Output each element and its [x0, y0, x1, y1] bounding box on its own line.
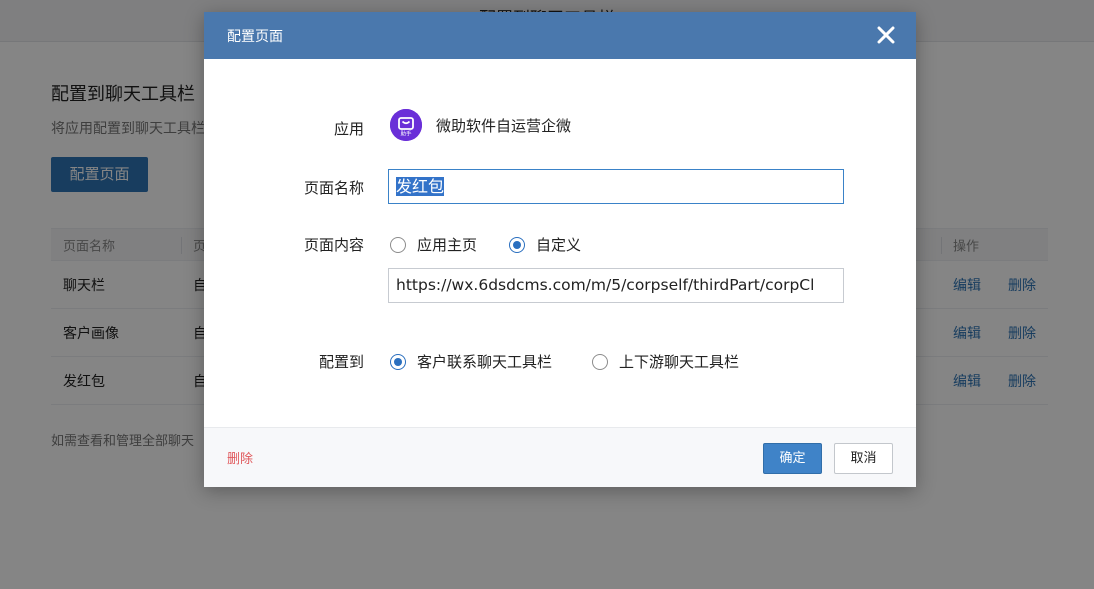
page-name-label: 页面名称	[303, 179, 364, 197]
radio-unchecked-icon	[390, 236, 406, 253]
app-bag-icon: 助手	[390, 109, 422, 141]
custom-url-input[interactable]: https://wx.6dsdcms.com/m/5/corpself/thir…	[388, 268, 844, 303]
app-label: 应用	[333, 120, 364, 138]
radio-checked-icon	[390, 353, 406, 370]
page-name-value: 发红包	[396, 177, 445, 196]
dialog-header: 配置页面	[204, 12, 916, 59]
radio-label: 应用主页	[417, 236, 478, 254]
app-name: 微助软件自运营企微	[436, 117, 572, 135]
dialog-footer: 删除 确定 取消	[204, 427, 916, 487]
radio-upstream-toolbar[interactable]: 上下游聊天工具栏	[592, 351, 739, 372]
radio-checked-icon	[509, 236, 525, 253]
radio-app-homepage[interactable]: 应用主页	[390, 234, 477, 255]
radio-customer-toolbar[interactable]: 客户联系聊天工具栏	[390, 351, 552, 372]
radio-unchecked-icon	[592, 353, 608, 370]
ok-button[interactable]: 确定	[763, 443, 822, 474]
radio-label: 客户联系聊天工具栏	[417, 353, 553, 371]
app-icon-text: 助手	[400, 130, 412, 138]
radio-label: 上下游聊天工具栏	[619, 353, 740, 371]
page-name-input[interactable]: 发红包	[388, 169, 844, 204]
config-page-dialog: 配置页面 应用 助手 微助软件自运营企微 页面名称 发红包 页面内容 应用主页 …	[204, 12, 916, 487]
radio-custom[interactable]: 自定义	[509, 234, 581, 255]
page-content-label: 页面内容	[303, 236, 364, 254]
close-icon[interactable]	[874, 23, 898, 47]
dialog-title: 配置页面	[227, 29, 283, 45]
radio-label: 自定义	[536, 236, 582, 254]
delete-link[interactable]: 删除	[227, 448, 253, 467]
config-to-label: 配置到	[318, 353, 364, 371]
cancel-button[interactable]: 取消	[834, 443, 893, 474]
